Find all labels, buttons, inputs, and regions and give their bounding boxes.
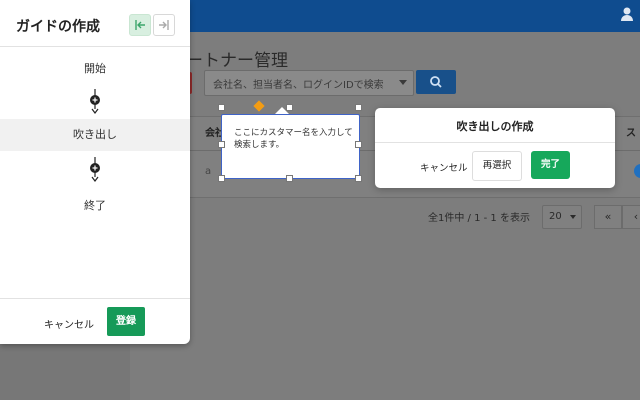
add-step-icon[interactable] [86,157,104,183]
panel-divider [0,46,190,47]
panel-title: ガイドの作成 [16,19,100,35]
register-button[interactable]: 登録 [107,307,145,336]
page-title: ートナー管理 [186,51,288,71]
user-icon[interactable] [620,6,634,22]
page-size-select[interactable]: 20 [542,205,582,229]
create-bubble-modal: 吹き出しの作成 キャンセル 再選択 完了 [375,108,615,188]
table-header-status: ス [626,128,636,139]
first-page-button[interactable]: « [594,205,622,229]
resize-handle[interactable] [286,104,293,111]
modal-divider [375,142,615,143]
resize-handle[interactable] [355,104,362,111]
resize-handle[interactable] [218,141,225,148]
bubble-text[interactable]: ここにカスタマー名を入力して検索します。 [234,127,354,151]
add-step-icon[interactable] [86,89,104,115]
dock-right-button[interactable] [153,14,175,36]
resize-handle[interactable] [218,104,225,111]
chevron-down-icon [570,215,576,219]
chevron-down-icon[interactable] [399,80,407,85]
speech-bubble[interactable]: ここにカスタマー名を入力して検索します。 [221,114,360,179]
page-size-value: 20 [549,211,562,222]
resize-handle[interactable] [286,175,293,182]
done-button[interactable]: 完了 [531,151,570,179]
cancel-button[interactable]: キャンセル [44,316,94,331]
pagination-summary: 全1件中 / 1 - 1 を表示 [428,213,530,224]
search-placeholder: 会社名、担当者名、ログインIDで検索 [213,80,384,91]
modal-cancel-button[interactable]: キャンセル [420,160,468,174]
search-icon [430,76,442,88]
table-cell: a [205,166,212,177]
reselect-button[interactable]: 再選択 [472,151,522,181]
step-bubble[interactable]: 吹き出し [0,119,190,151]
panel-footer-divider [0,298,190,299]
dock-left-button[interactable] [129,14,151,36]
step-end[interactable]: 終了 [0,197,190,213]
step-start[interactable]: 開始 [0,60,190,76]
resize-handle[interactable] [218,175,225,182]
search-button[interactable] [416,70,456,94]
resize-handle[interactable] [355,141,362,148]
dock-right-icon [159,20,169,30]
guide-panel: ガイドの作成 開始 吹き出し 終了 キャンセル 登録 [0,0,190,344]
modal-title: 吹き出しの作成 [456,120,534,133]
dock-left-icon [135,20,145,30]
resize-handle[interactable] [355,175,362,182]
prev-page-button[interactable]: ‹ [622,205,640,229]
search-input[interactable]: 会社名、担当者名、ログインIDで検索 [204,70,414,96]
